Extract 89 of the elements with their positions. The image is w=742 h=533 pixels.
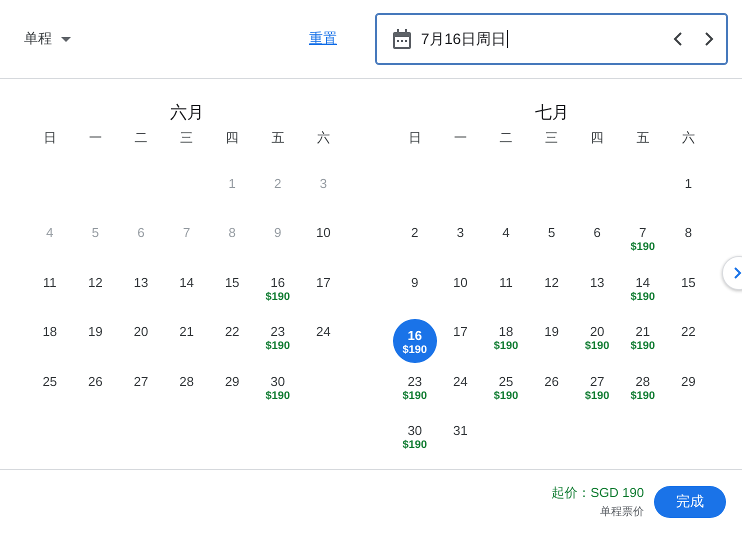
weekday-label: 日: [407, 129, 422, 147]
day-cell[interactable]: 13: [575, 270, 620, 314]
day-cell[interactable]: 30 $190: [392, 418, 437, 462]
day-cell[interactable]: 15: [210, 270, 254, 314]
trip-type-dropdown[interactable]: 单程: [16, 24, 79, 54]
caret-icon: [61, 36, 71, 42]
date-value: 7月16日周日: [421, 30, 506, 48]
day-cell[interactable]: 24: [301, 319, 346, 363]
day-cell-text: 3: [318, 174, 328, 192]
day-cell[interactable]: 11: [28, 270, 72, 314]
weekday-label: 二: [133, 129, 148, 147]
price-note: 单程票价: [600, 505, 644, 519]
day-cell[interactable]: 17: [438, 319, 482, 363]
day-cell[interactable]: 23 $190: [392, 368, 437, 412]
day-cell[interactable]: 11: [484, 270, 528, 314]
day-cell[interactable]: 6: [575, 220, 620, 264]
weekday-label: 六: [680, 129, 696, 147]
day-cell[interactable]: 16 $190: [256, 270, 300, 314]
day-cell-text: 2: [273, 174, 282, 192]
day-cell[interactable]: 5: [530, 220, 574, 264]
day-cell[interactable]: 25: [28, 368, 72, 412]
day-cell[interactable]: 12: [73, 270, 118, 314]
day-cell[interactable]: 22: [666, 319, 710, 363]
weekday-label: 四: [224, 129, 240, 147]
weekday-label: 二: [498, 129, 514, 147]
date-field[interactable]: 7月16日周日: [375, 13, 728, 65]
day-cell[interactable]: 22: [210, 319, 254, 363]
weekday-label: 一: [88, 129, 103, 147]
day-cell[interactable]: 29: [666, 368, 710, 412]
day-cell[interactable]: 16 $190: [392, 319, 437, 363]
day-cell[interactable]: 13: [118, 270, 163, 314]
day-cell[interactable]: 10: [438, 270, 482, 314]
day-cell[interactable]: 24: [438, 368, 482, 412]
day-cell[interactable]: 26: [73, 368, 118, 412]
weekday-label: 日: [42, 129, 58, 147]
day-cell[interactable]: 2: [392, 220, 437, 264]
day-cell-text: 9: [273, 224, 282, 242]
month-title: 六月: [169, 102, 205, 124]
day-cell[interactable]: 10: [301, 220, 346, 264]
previous-icon[interactable]: [673, 32, 683, 46]
day-cell[interactable]: 17: [301, 270, 346, 314]
day-cell[interactable]: 18: [28, 319, 72, 363]
day-cell[interactable]: 9: [392, 270, 437, 314]
done-button[interactable]: 完成: [654, 486, 726, 518]
day-cell[interactable]: 14: [164, 270, 209, 314]
day-cell-text: 5: [90, 224, 100, 242]
day-cell-text: 1: [228, 174, 237, 192]
day-cell[interactable]: 27 $190: [575, 368, 620, 412]
day-cell[interactable]: 18 $190: [484, 319, 528, 363]
day-cell[interactable]: 15: [666, 270, 710, 314]
starting-price: 起价：SGD 190: [552, 484, 644, 502]
next-icon: [734, 267, 742, 279]
weekday-label: 一: [452, 129, 468, 147]
day-cell[interactable]: 19: [73, 319, 118, 363]
day-cell[interactable]: 21 $190: [620, 319, 665, 363]
day-cell[interactable]: 7 $190: [620, 220, 665, 264]
day-cell-text: 4: [45, 224, 54, 242]
day-cell[interactable]: 27: [118, 368, 163, 412]
day-cell[interactable]: 28: [164, 368, 209, 412]
day-cell[interactable]: 25 $190: [484, 368, 528, 412]
weekday-label: 三: [179, 129, 194, 147]
day-cell[interactable]: 14 $190: [620, 270, 665, 314]
day-cell[interactable]: 20 $190: [575, 319, 620, 363]
day-cell[interactable]: 29: [210, 368, 254, 412]
day-cell[interactable]: 3: [438, 220, 482, 264]
day-cell[interactable]: 23 $190: [256, 319, 300, 363]
day-cell-text: 6: [136, 224, 146, 242]
day-cell[interactable]: 31: [438, 418, 482, 462]
month-title: 七月: [534, 102, 570, 124]
weekday-label: 四: [590, 129, 605, 147]
calendar-icon: [393, 29, 411, 49]
weekday-label: 三: [544, 129, 560, 147]
day-cell[interactable]: 20: [118, 319, 163, 363]
day-cell[interactable]: 1: [666, 170, 710, 214]
day-cell[interactable]: 26: [530, 368, 574, 412]
next-icon[interactable]: [704, 32, 714, 46]
day-cell-text: 8: [228, 224, 237, 242]
day-cell[interactable]: 19: [530, 319, 574, 363]
weekday-label: 五: [635, 129, 650, 147]
reset-link[interactable]: 重置: [309, 26, 337, 52]
weekday-label: 五: [270, 129, 286, 147]
weekday-label: 六: [316, 129, 331, 147]
day-cell[interactable]: 4: [484, 220, 528, 264]
day-cell[interactable]: 8: [666, 220, 710, 264]
day-cell[interactable]: 12: [530, 270, 574, 314]
day-cell-text: 7: [182, 224, 192, 242]
day-cell[interactable]: 21: [164, 319, 209, 363]
day-cell[interactable]: 30 $190: [256, 368, 300, 412]
day-cell[interactable]: 28 $190: [620, 368, 665, 412]
